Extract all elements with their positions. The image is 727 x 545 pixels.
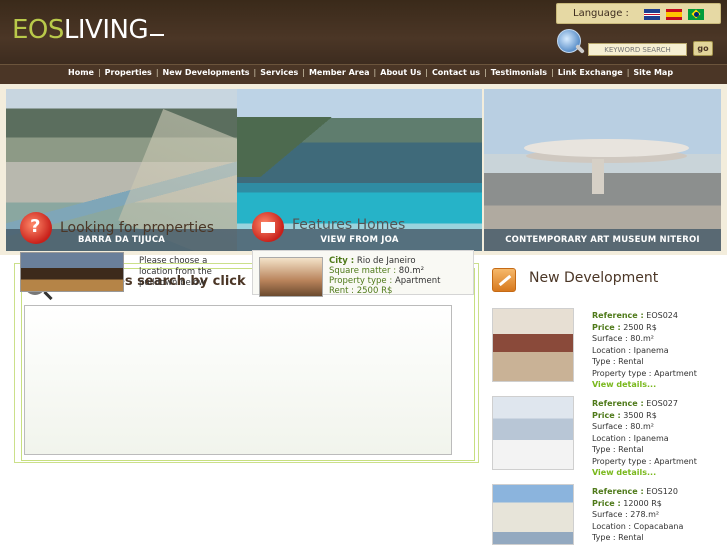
feature-home-image[interactable]: [259, 257, 323, 297]
surface-label: Surface :: [592, 334, 628, 343]
surface-value: 278.m²: [630, 510, 660, 519]
banner-photo-niteroi[interactable]: CONTEMPORARY ART MUSEUM NITEROI: [484, 89, 721, 251]
type-value: Apartment: [394, 276, 441, 286]
language-bar: Language :: [556, 3, 721, 24]
new-development-icon: [492, 268, 516, 292]
location-value: Ipanema: [633, 345, 669, 355]
location-value: Ipanema: [633, 433, 669, 443]
type-label: Type :: [592, 533, 616, 542]
square-value: 80.m²: [398, 266, 424, 276]
logo-living: LIVING: [63, 15, 149, 45]
house-image: [20, 252, 124, 292]
nav-services[interactable]: Services: [260, 68, 298, 77]
development-image[interactable]: [492, 396, 574, 470]
feature-home-card[interactable]: City : Rio de Janeiro Square matter : 80…: [252, 250, 474, 297]
surface-label: Surface :: [592, 510, 628, 519]
type-value: Rental: [618, 357, 644, 366]
banner-caption: CONTEMPORARY ART MUSEUM NITEROI: [484, 229, 721, 251]
property-type-value: Apartment: [654, 368, 697, 378]
feature-home-details: City : Rio de Janeiro Square matter : 80…: [329, 256, 440, 296]
property-type-label: Property type :: [592, 368, 652, 378]
surface-label: Surface :: [592, 422, 628, 431]
nav-link-exchange[interactable]: Link Exchange: [558, 68, 623, 77]
price-label: Price :: [592, 498, 621, 508]
features-title: Features Homes: [292, 217, 406, 233]
type-label: Property type :: [329, 276, 393, 286]
price-value: 3500 R$: [623, 410, 657, 420]
view-details-link[interactable]: View details...: [592, 468, 656, 477]
development-details: Reference : EOS120 Price : 12000 R$ Surf…: [592, 486, 683, 544]
type-label: Type :: [592, 445, 616, 454]
spain-flag-icon[interactable]: [666, 9, 682, 20]
location-label: Location :: [592, 521, 632, 531]
keyword-search-input[interactable]: [588, 43, 687, 56]
type-label: Type :: [592, 357, 616, 366]
city-label: City :: [329, 256, 355, 266]
square-label: Square matter :: [329, 266, 397, 276]
development-image[interactable]: [492, 308, 574, 382]
nav-member-area[interactable]: Member Area: [309, 68, 370, 77]
go-button[interactable]: go: [693, 41, 713, 56]
nav-properties[interactable]: Properties: [105, 68, 152, 77]
logo-underline: [150, 34, 164, 36]
uk-flag-icon[interactable]: [644, 9, 660, 20]
nav-site-map[interactable]: Site Map: [633, 68, 673, 77]
property-type-label: Property type :: [592, 456, 652, 466]
reference-value: EOS120: [646, 487, 678, 496]
property-type-value: Apartment: [654, 456, 697, 466]
language-label: Language :: [573, 8, 629, 19]
search-icon: [557, 29, 581, 53]
type-value: Rental: [618, 445, 644, 454]
reference-label: Reference :: [592, 311, 644, 320]
looking-text: Please choose a location from the pulldo…: [139, 256, 212, 288]
site-logo[interactable]: EOSLIVING: [12, 15, 149, 45]
question-search-icon: [20, 212, 52, 244]
surface-value: 80.m²: [630, 334, 654, 343]
price-value: 2500 R$: [623, 322, 657, 332]
nav-about-us[interactable]: About Us: [380, 68, 421, 77]
nav-testimonials[interactable]: Testimonials: [491, 68, 547, 77]
search-map-area[interactable]: [24, 305, 452, 455]
reference-label: Reference :: [592, 487, 644, 496]
price-label: Price :: [592, 410, 621, 420]
home-icon: [252, 212, 284, 242]
price-label: Price :: [592, 322, 621, 332]
location-label: Location :: [592, 345, 632, 355]
location-label: Location :: [592, 433, 632, 443]
looking-title: Looking for properties: [60, 220, 215, 236]
brazil-flag-icon[interactable]: [688, 9, 704, 20]
location-value: Copacabana: [633, 521, 684, 531]
nav-home[interactable]: Home: [68, 68, 94, 77]
reference-label: Reference :: [592, 399, 644, 408]
new-development-title: New Development: [529, 270, 659, 286]
search-by-click-box: Properties search by click: [21, 268, 475, 461]
development-image[interactable]: [492, 484, 574, 545]
reference-value: EOS024: [646, 311, 678, 320]
city-value: Rio de Janeiro: [356, 256, 416, 266]
extra-line: Rent : 2500 R$: [329, 286, 393, 296]
type-value: Rental: [618, 533, 644, 542]
main-navigation: Home | Properties | New Developments | S…: [0, 64, 727, 84]
development-details: Reference : EOS024 Price : 2500 R$ Surfa…: [592, 310, 697, 391]
logo-eos: EOS: [12, 15, 64, 45]
nav-contact-us[interactable]: Contact us: [432, 68, 480, 77]
surface-value: 80.m²: [630, 422, 654, 431]
reference-value: EOS027: [646, 399, 678, 408]
price-value: 12000 R$: [623, 498, 662, 508]
view-details-link[interactable]: View details...: [592, 380, 656, 389]
development-details: Reference : EOS027 Price : 3500 R$ Surfa…: [592, 398, 697, 479]
nav-new-developments[interactable]: New Developments: [163, 68, 250, 77]
site-header: EOSLIVING Language : go: [0, 0, 727, 64]
